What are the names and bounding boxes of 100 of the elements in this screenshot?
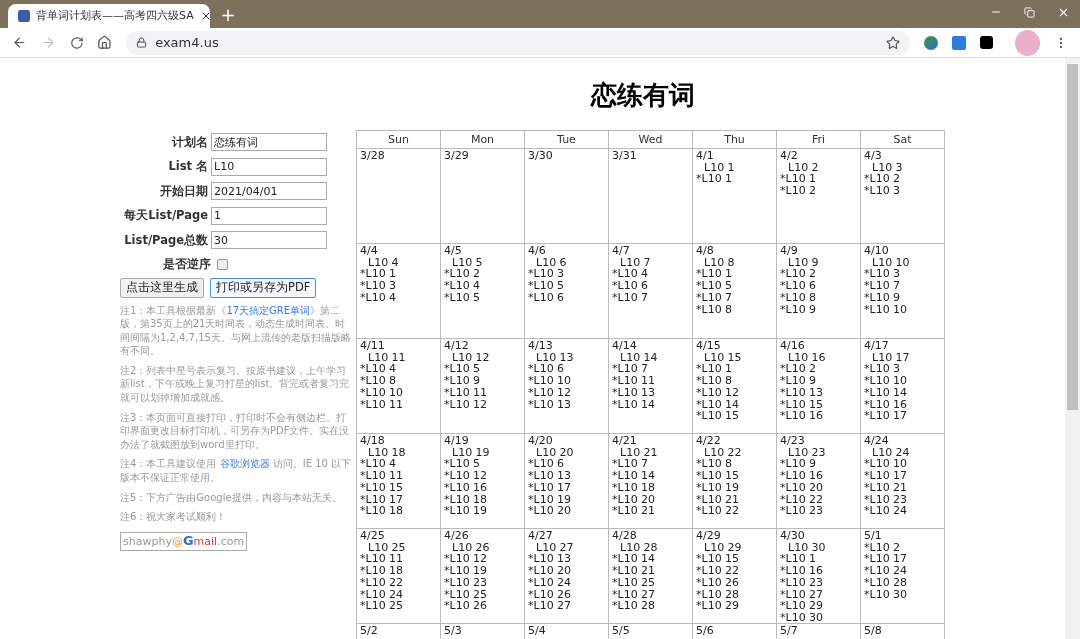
- date-label: 4/27: [528, 530, 553, 542]
- input-field[interactable]: L10: [211, 157, 327, 176]
- review-list-entry: *L10 12: [444, 553, 488, 566]
- review-list-entry: *L10 16: [444, 481, 488, 494]
- review-list-entry: *L10 15: [696, 553, 740, 566]
- review-list-entry: *L10 9: [780, 458, 817, 471]
- new-list-entry: L10 7: [619, 256, 651, 269]
- review-list-entry: *L10 24: [360, 588, 404, 601]
- new-list-entry: L10 5: [451, 256, 483, 269]
- new-list-entry: L10 13: [535, 351, 574, 364]
- new-list-entry: L10 17: [871, 351, 910, 364]
- date-label: 4/5: [444, 245, 462, 257]
- review-list-entry: *L10 14: [864, 386, 908, 399]
- lock-icon: [136, 37, 148, 48]
- review-list-entry: *L10 15: [696, 470, 740, 482]
- new-list-entry: L10 16: [787, 351, 826, 364]
- date-label: 4/8: [696, 245, 714, 257]
- restore-icon[interactable]: [1024, 6, 1035, 18]
- review-list-entry: *L10 11: [360, 470, 404, 482]
- review-list-entry: *L10 11: [360, 553, 404, 566]
- review-list-entry: *L10 4: [612, 268, 649, 281]
- review-list-entry: *L10 22: [360, 576, 404, 589]
- date-label: 4/4: [360, 245, 378, 257]
- review-list-entry: *L10 27: [528, 600, 572, 612]
- date-label: 4/6: [528, 245, 546, 257]
- new-list-entry: L10 26: [451, 541, 490, 554]
- review-list-entry: *L10 22: [780, 493, 824, 506]
- page-title: 恋练有词: [590, 79, 695, 112]
- note-link[interactable]: 17天搞定GRE单词: [226, 304, 311, 316]
- date-label: 4/12: [444, 340, 469, 352]
- review-list-entry: *L10 26: [696, 576, 740, 589]
- review-list-entry: *L10 2: [780, 268, 817, 281]
- field-label: List/Page总数: [124, 231, 208, 249]
- review-list-entry: *L10 11: [360, 398, 404, 411]
- date-label: 4/2: [780, 150, 798, 162]
- date-label: 5/1: [864, 530, 882, 542]
- review-list-entry: *L10 29: [780, 600, 824, 612]
- reload-icon[interactable]: [69, 35, 84, 50]
- day-header: Wed: [638, 132, 663, 148]
- review-list-entry: *L10 2: [864, 541, 901, 554]
- review-list-entry: *L10 2: [444, 268, 481, 281]
- date-label: 3/30: [528, 150, 553, 162]
- new-list-entry: L10 4: [367, 256, 399, 269]
- field-label: 每天List/Page: [124, 207, 208, 225]
- form-button[interactable]: 打印或另存为PDF: [210, 277, 317, 298]
- new-list-entry: L10 20: [535, 446, 574, 459]
- scrollbar[interactable]: [1065, 58, 1080, 639]
- new-list-entry: L10 22: [703, 446, 742, 459]
- note-text: 注2：列表中星号表示复习。按原书建议，上午学习新list，下午或晚上复习打星的list。背完或者复习完就可以划掉增加成就感。: [120, 363, 351, 405]
- date-label: 5/6: [696, 625, 714, 637]
- input-field[interactable]: 2021/04/01: [211, 182, 327, 201]
- back-icon[interactable]: [12, 35, 27, 50]
- note-link[interactable]: 谷歌浏览器: [219, 458, 270, 470]
- review-list-entry: *L10 10: [528, 375, 572, 387]
- new-list-entry: L10 1: [703, 161, 735, 174]
- review-list-entry: *L10 21: [696, 493, 740, 506]
- input-field[interactable]: 1: [211, 206, 327, 225]
- date-label: 4/3: [864, 150, 882, 162]
- review-list-entry: *L10 1: [780, 173, 817, 186]
- new-tab-button[interactable]: +: [218, 6, 238, 24]
- review-list-entry: *L10 15: [696, 410, 740, 422]
- date-label: 4/7: [612, 245, 630, 257]
- address-bar[interactable]: exam4.us: [126, 30, 911, 55]
- review-list-entry: *L10 17: [528, 481, 572, 494]
- review-list-entry: *L10 28: [864, 576, 908, 589]
- review-list-entry: *L10 5: [528, 280, 565, 292]
- date-label: 4/11: [360, 340, 385, 352]
- url-text: exam4.us: [155, 33, 219, 52]
- new-list-entry: L10 8: [703, 256, 735, 269]
- bookmark-star-icon[interactable]: [886, 35, 901, 50]
- date-label: 4/19: [444, 435, 469, 447]
- input-field[interactable]: 恋练有词: [211, 133, 327, 152]
- new-list-entry: L10 11: [367, 351, 406, 364]
- review-list-entry: *L10 13: [528, 470, 572, 482]
- home-icon[interactable]: [97, 35, 113, 50]
- form-button[interactable]: 点击这里生成: [120, 277, 204, 298]
- date-label: 4/24: [864, 435, 889, 447]
- review-list-entry: *L10 30: [780, 611, 824, 624]
- date-label: 5/7: [780, 625, 798, 637]
- checkbox[interactable]: [217, 259, 228, 270]
- review-list-entry: *L10 23: [864, 493, 908, 506]
- review-list-entry: *L10 28: [612, 600, 656, 612]
- review-list-entry: *L10 10: [864, 458, 908, 471]
- field-label: List 名: [168, 158, 208, 176]
- scrollbar-thumb[interactable]: [1067, 64, 1078, 410]
- review-list-entry: *L10 16: [780, 410, 824, 422]
- new-list-entry: L10 30: [787, 541, 826, 554]
- review-list-entry: *L10 3: [864, 363, 901, 376]
- date-label: 4/30: [780, 530, 805, 542]
- date-label: 4/9: [780, 245, 798, 257]
- browser-tab[interactable]: 背单词计划表——高考四六级SA: [8, 4, 210, 28]
- review-list-entry: *L10 12: [528, 386, 572, 399]
- input-field[interactable]: 30: [211, 231, 327, 250]
- extension-icon[interactable]: [979, 36, 993, 49]
- review-list-entry: *L10 20: [528, 565, 572, 577]
- date-label: 4/25: [360, 530, 385, 542]
- date-label: 4/28: [612, 530, 637, 542]
- new-list-entry: L10 12: [451, 351, 490, 364]
- day-header: Sat: [893, 132, 912, 148]
- review-list-entry: *L10 18: [444, 493, 488, 506]
